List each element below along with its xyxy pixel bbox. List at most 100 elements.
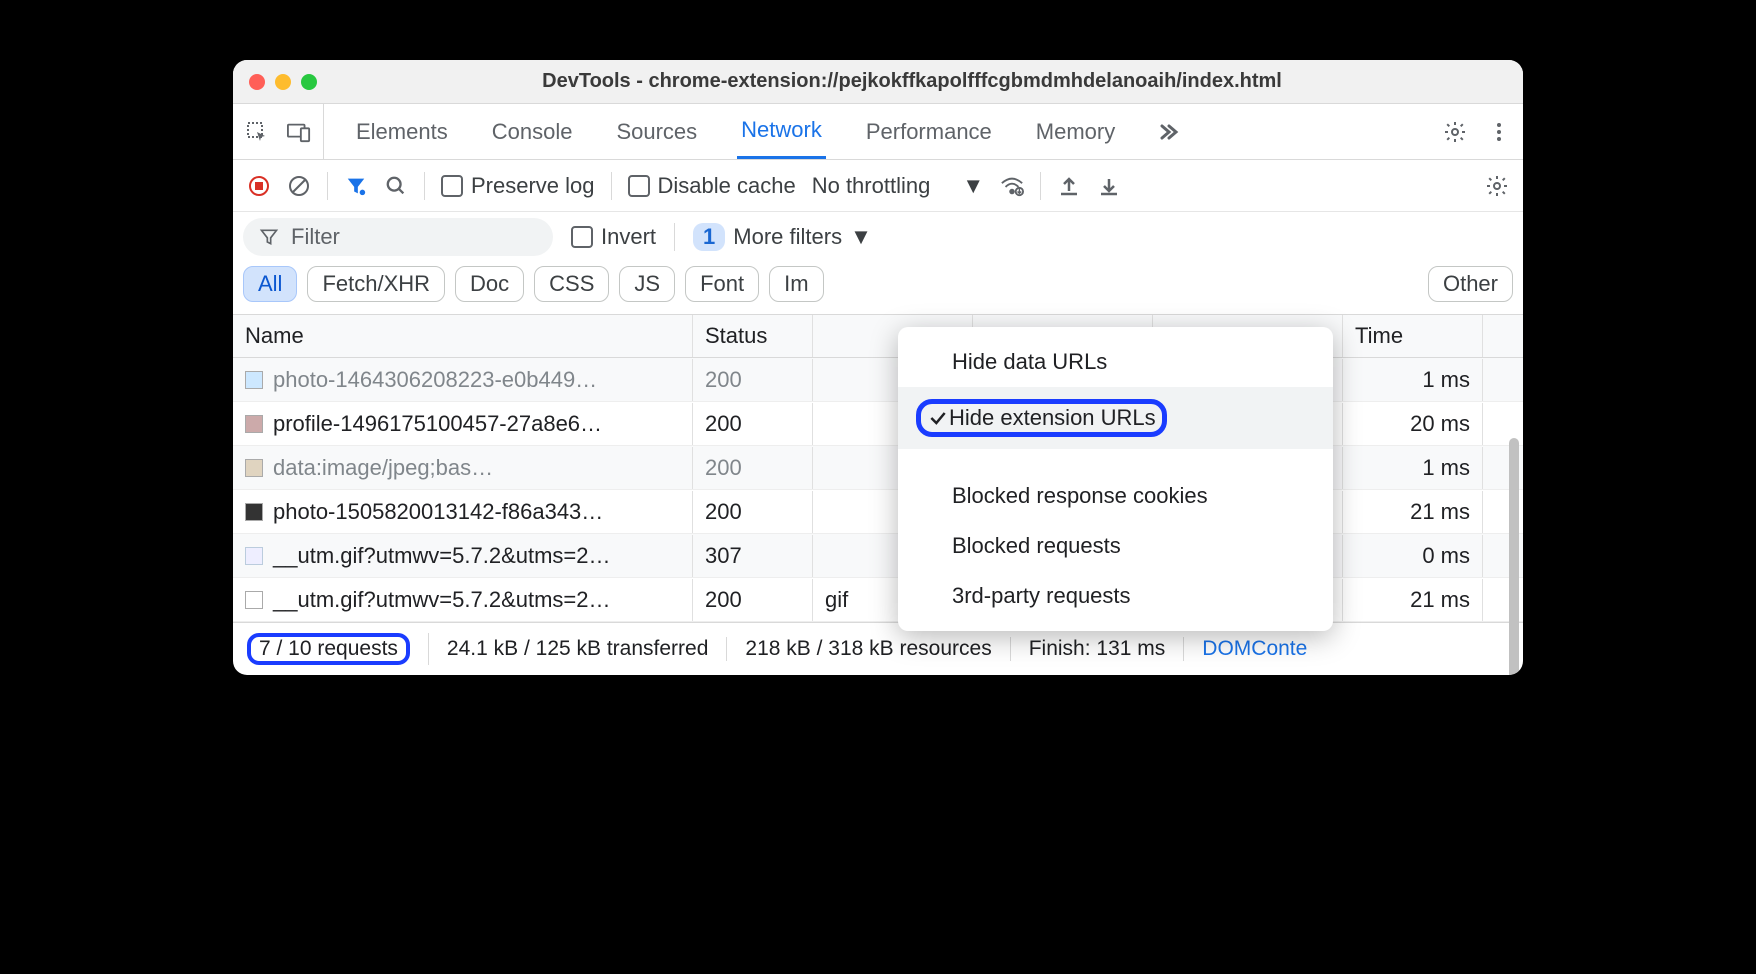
third-party-option[interactable]: 3rd-party requests [898, 571, 1333, 621]
chip-css[interactable]: CSS [534, 266, 609, 302]
row-time: 21 ms [1343, 579, 1483, 621]
settings-icon[interactable] [1443, 120, 1467, 144]
more-tabs-icon[interactable] [1155, 120, 1179, 144]
download-icon[interactable] [1097, 174, 1121, 198]
more-filters-popup: Hide data URLs Hide extension URLs Block… [898, 327, 1333, 631]
funnel-icon [257, 225, 281, 249]
device-toolbar-icon[interactable] [287, 120, 311, 144]
filter-toggle-icon[interactable] [344, 174, 368, 198]
scrollbar[interactable] [1509, 438, 1519, 675]
chip-js[interactable]: JS [619, 266, 675, 302]
file-icon [245, 503, 263, 521]
minimize-window-button[interactable] [275, 74, 291, 90]
row-status: 200 [693, 359, 813, 401]
transferred-text: 24.1 kB / 125 kB transferred [429, 637, 727, 661]
col-status[interactable]: Status [693, 315, 813, 357]
tab-sources[interactable]: Sources [612, 104, 701, 159]
inspect-icon[interactable] [245, 120, 269, 144]
option-label: Hide extension URLs [949, 405, 1156, 431]
separator [611, 172, 612, 200]
row-name: __utm.gif?utmwv=5.7.2&utms=2… [273, 543, 611, 569]
filter-input[interactable]: Filter [243, 218, 553, 256]
row-status: 200 [693, 579, 813, 621]
option-label: Hide data URLs [952, 349, 1107, 375]
requests-count-text: 7 / 10 requests [247, 633, 410, 665]
row-time: 21 ms [1343, 491, 1483, 533]
separator [424, 172, 425, 200]
window-title: DevTools - chrome-extension://pejkokffka… [317, 70, 1507, 93]
row-name: photo-1464306208223-e0b449… [273, 367, 597, 393]
separator [1040, 172, 1041, 200]
row-status: 200 [693, 491, 813, 533]
row-time: 1 ms [1343, 359, 1483, 401]
tab-memory[interactable]: Memory [1032, 104, 1119, 159]
search-icon[interactable] [384, 174, 408, 198]
row-name: profile-1496175100457-27a8e6… [273, 411, 602, 437]
col-time[interactable]: Time [1343, 315, 1483, 357]
traffic-lights [249, 74, 317, 90]
separator [674, 223, 675, 251]
chevron-down-icon: ▼ [850, 224, 872, 250]
file-icon [245, 591, 263, 609]
file-icon [245, 371, 263, 389]
clear-icon[interactable] [287, 174, 311, 198]
filter-placeholder: Filter [291, 224, 340, 250]
close-window-button[interactable] [249, 74, 265, 90]
chip-font[interactable]: Font [685, 266, 759, 302]
throttling-label: No throttling [812, 173, 931, 199]
row-status: 200 [693, 447, 813, 489]
tab-performance[interactable]: Performance [862, 104, 996, 159]
preserve-log-label: Preserve log [471, 173, 595, 199]
tab-elements[interactable]: Elements [352, 104, 452, 159]
row-time: 0 ms [1343, 535, 1483, 577]
separator [327, 172, 328, 200]
file-icon [245, 547, 263, 565]
hide-data-urls-option[interactable]: Hide data URLs [898, 337, 1333, 387]
blocked-requests-option[interactable]: Blocked requests [898, 521, 1333, 571]
disable-cache-checkbox[interactable]: Disable cache [628, 173, 796, 199]
titlebar: DevTools - chrome-extension://pejkokffka… [233, 60, 1523, 104]
row-name: __utm.gif?utmwv=5.7.2&utms=2… [273, 587, 611, 613]
row-name: data:image/jpeg;bas… [273, 455, 493, 481]
blocked-cookies-option[interactable]: Blocked response cookies [898, 471, 1333, 521]
chip-fetch-xhr[interactable]: Fetch/XHR [307, 266, 445, 302]
more-filters-button[interactable]: 1 More filters ▼ [693, 223, 872, 251]
filter-row: Filter Invert 1 More filters ▼ [233, 212, 1523, 262]
main-tabs-row: Elements Console Sources Network Perform… [233, 104, 1523, 160]
chip-img[interactable]: Im [769, 266, 823, 302]
row-time: 20 ms [1343, 403, 1483, 445]
throttling-select[interactable]: No throttling ▼ [812, 173, 984, 199]
file-icon [245, 459, 263, 477]
tab-network[interactable]: Network [737, 104, 826, 159]
devtools-window: DevTools - chrome-extension://pejkokffka… [233, 60, 1523, 675]
row-status: 307 [693, 535, 813, 577]
hide-extension-urls-option[interactable]: Hide extension URLs [898, 387, 1333, 449]
record-icon[interactable] [247, 174, 271, 198]
invert-checkbox[interactable]: Invert [571, 224, 656, 250]
upload-icon[interactable] [1057, 174, 1081, 198]
resources-text: 218 kB / 318 kB resources [727, 637, 1010, 661]
resource-type-chips: All Fetch/XHR Doc CSS JS Font Im Other [233, 262, 1523, 314]
check-icon [927, 407, 949, 429]
tab-console[interactable]: Console [488, 104, 577, 159]
status-bar: 7 / 10 requests 24.1 kB / 125 kB transfe… [233, 622, 1523, 675]
preserve-log-checkbox[interactable]: Preserve log [441, 173, 595, 199]
more-icon[interactable] [1487, 120, 1511, 144]
network-conditions-icon[interactable] [1000, 174, 1024, 198]
chip-other[interactable]: Other [1428, 266, 1513, 302]
col-name[interactable]: Name [233, 315, 693, 357]
chevron-down-icon: ▼ [962, 173, 984, 199]
panel-settings-icon[interactable] [1485, 174, 1509, 198]
row-name: photo-1505820013142-f86a343… [273, 499, 603, 525]
row-time: 1 ms [1343, 447, 1483, 489]
requests-count: 7 / 10 requests [247, 633, 429, 665]
option-label: 3rd-party requests [952, 583, 1131, 609]
more-filters-badge: 1 [693, 223, 725, 251]
network-toolbar: Preserve log Disable cache No throttling… [233, 160, 1523, 212]
chip-doc[interactable]: Doc [455, 266, 524, 302]
option-label: Blocked requests [952, 533, 1121, 559]
maximize-window-button[interactable] [301, 74, 317, 90]
chip-all[interactable]: All [243, 266, 297, 302]
row-status: 200 [693, 403, 813, 445]
finish-text: Finish: 131 ms [1011, 637, 1185, 661]
